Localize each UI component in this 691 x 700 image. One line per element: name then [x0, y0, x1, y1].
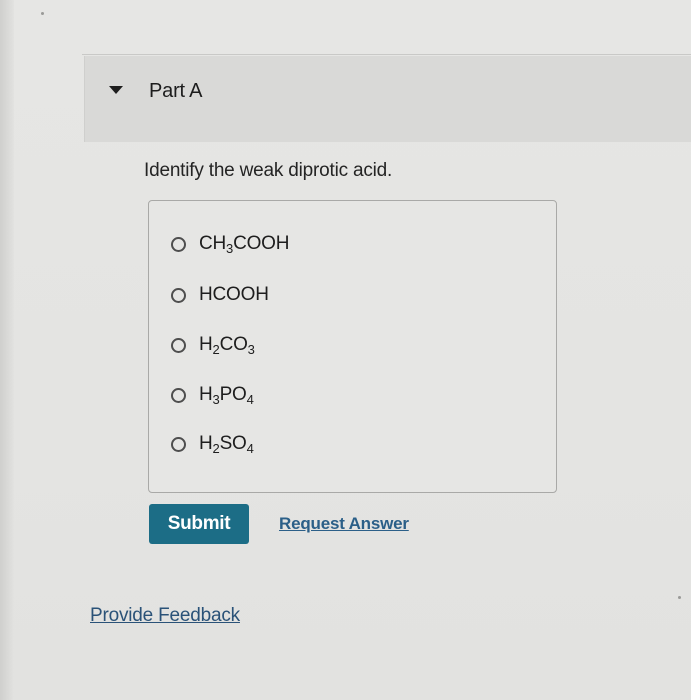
- caret-down-icon[interactable]: [109, 86, 123, 94]
- dust-speck: [678, 596, 681, 599]
- window-edge: [0, 0, 14, 700]
- choice-label: H2CO3: [199, 334, 255, 357]
- radio-unchecked-icon[interactable]: [171, 287, 186, 303]
- section-divider: [82, 54, 691, 55]
- radio-unchecked-icon[interactable]: [171, 436, 186, 452]
- request-answer-link[interactable]: Request Answer: [279, 514, 409, 534]
- submit-button[interactable]: Submit: [149, 504, 249, 544]
- choice-h2so4[interactable]: H2SO4: [171, 431, 254, 457]
- part-title: Part A: [149, 80, 203, 102]
- choice-h2co3[interactable]: H2CO3: [171, 332, 255, 358]
- choice-label: H2SO4: [199, 433, 254, 456]
- choice-h3po4[interactable]: H3PO4: [171, 382, 254, 408]
- choice-hcooh[interactable]: HCOOH: [171, 282, 269, 308]
- choice-ch3cooh[interactable]: CH3COOH: [171, 231, 289, 257]
- choice-label: H3PO4: [199, 384, 254, 407]
- question-prompt: Identify the weak diprotic acid.: [144, 160, 393, 181]
- answer-choices: CH3COOH HCOOH H2CO3 H3PO4 H2SO4: [148, 200, 557, 493]
- dust-speck: [41, 12, 44, 15]
- radio-unchecked-icon[interactable]: [171, 337, 186, 353]
- radio-unchecked-icon[interactable]: [171, 387, 186, 403]
- choice-label: HCOOH: [199, 284, 269, 305]
- radio-unchecked-icon[interactable]: [171, 236, 186, 252]
- part-header[interactable]: Part A: [84, 56, 691, 142]
- provide-feedback-link[interactable]: Provide Feedback: [90, 605, 240, 627]
- choice-label: CH3COOH: [199, 233, 290, 256]
